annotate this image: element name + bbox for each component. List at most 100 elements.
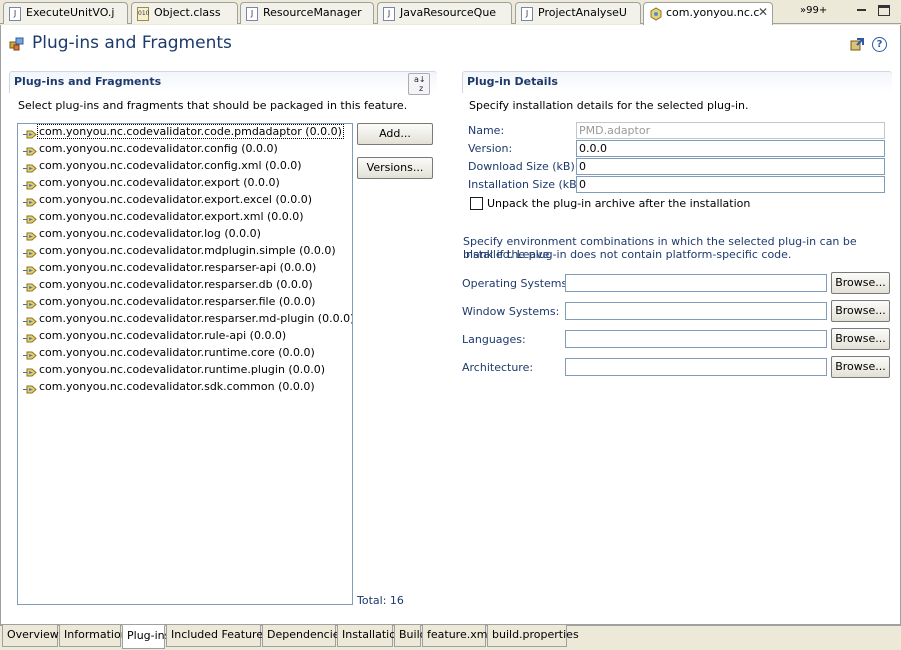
plugin-list[interactable]: com.yonyou.nc.codevalidator.code.pmdadap… (17, 123, 353, 605)
editor-tab-object-class[interactable]: 010 Object.class (131, 2, 238, 24)
name-field: PMD.adaptor (576, 122, 885, 139)
editor-tab-executeunitvo[interactable]: J ExecuteUnitVO.j (3, 2, 128, 24)
page-tab-plug-ins[interactable]: Plug-ins (122, 625, 170, 649)
page-tab-build-properties[interactable]: build.properties (487, 625, 579, 647)
operating-systems-label: Operating Systems: (462, 277, 571, 290)
sort-icon-z: z (419, 84, 424, 93)
list-item[interactable]: com.yonyou.nc.codevalidator.resparser-ap… (18, 260, 352, 277)
feature-plugin-icon (649, 7, 662, 21)
editor-tab-resourcemanager[interactable]: J ResourceManager (240, 2, 374, 24)
plugin-icon (23, 349, 37, 360)
list-item-label: com.yonyou.nc.codevalidator.export (0.0.… (39, 176, 280, 189)
window-systems-label: Window Systems: (462, 305, 560, 318)
list-item[interactable]: com.yonyou.nc.codevalidator.export.xml (… (18, 209, 352, 226)
list-item[interactable]: com.yonyou.nc.codevalidator.sdk.common (… (18, 379, 352, 396)
tab-overflow-indicator[interactable]: »99+ (800, 5, 827, 16)
list-item[interactable]: com.yonyou.nc.codevalidator.export.excel… (18, 192, 352, 209)
browse-os-button[interactable]: Browse... (831, 272, 890, 294)
list-item-label: com.yonyou.nc.codevalidator.config.xml (… (39, 159, 302, 172)
installation-size-field[interactable]: 0 (576, 176, 885, 193)
list-item[interactable]: com.yonyou.nc.codevalidator.log (0.0.0) (18, 226, 352, 243)
plugin-icon (23, 281, 37, 292)
browse-ws-button[interactable]: Browse... (831, 300, 890, 322)
list-item[interactable]: com.yonyou.nc.codevalidator.export (0.0.… (18, 175, 352, 192)
editor-tab-feature-active[interactable]: com.yonyou.nc.c ✕ (643, 2, 773, 25)
list-item-label: com.yonyou.nc.codevalidator.code.pmdadap… (37, 124, 344, 139)
list-item-label: com.yonyou.nc.codevalidator.runtime.core… (39, 346, 315, 359)
plugin-icon (23, 230, 37, 241)
browse-languages-button[interactable]: Browse... (831, 328, 890, 350)
list-item-label: com.yonyou.nc.codevalidator.mdplugin.sim… (39, 244, 336, 257)
plugin-icon (23, 128, 37, 139)
editor-tab-label: Object.class (154, 6, 221, 19)
languages-field[interactable] (565, 330, 827, 348)
list-item[interactable]: com.yonyou.nc.codevalidator.code.pmdadap… (18, 124, 352, 141)
editor-page-tabs: Overview Information Plug-ins Included Feat… (0, 625, 901, 650)
maximize-icon[interactable] (878, 5, 890, 16)
sort-icon-a: a (414, 75, 419, 84)
environment-description-line2: blank if the plug-in does not contain pl… (463, 248, 792, 261)
sort-alphabetically-icon[interactable]: a↓ z (408, 73, 430, 95)
plugins-section: Plug-ins and Fragments a↓ z Select plug-… (9, 71, 437, 611)
plugin-icon (23, 247, 37, 258)
list-item[interactable]: com.yonyou.nc.codevalidator.resparser.fi… (18, 294, 352, 311)
list-item[interactable]: com.yonyou.nc.codevalidator.mdplugin.sim… (18, 243, 352, 260)
plugin-details-header: Plug-in Details (462, 71, 892, 93)
plugins-icon (9, 36, 25, 52)
java-file-icon: J (9, 7, 21, 21)
list-item-label: com.yonyou.nc.codevalidator.resparser-ap… (39, 261, 317, 274)
page-tab-installation[interactable]: Installation (337, 625, 403, 647)
versions-button[interactable]: Versions... (357, 157, 433, 179)
list-item-label: com.yonyou.nc.codevalidator.resparser.db… (39, 278, 313, 291)
unpack-label[interactable]: Unpack the plug-in archive after the ins… (487, 197, 750, 210)
list-item[interactable]: com.yonyou.nc.codevalidator.resparser.db… (18, 277, 352, 294)
page-tab-build[interactable]: Build (394, 625, 427, 647)
languages-label: Languages: (462, 333, 526, 346)
minimize-icon[interactable] (855, 3, 869, 17)
installation-size-label: Installation Size (kB): (468, 178, 585, 191)
version-field[interactable]: 0.0.0 (576, 140, 885, 157)
editor-tab-strip: J ExecuteUnitVO.j 010 Object.class J Res… (0, 0, 901, 25)
plugin-details-section: Plug-in Details Specify installation det… (462, 71, 892, 611)
editor-tab-label: ProjectAnalyseU (538, 6, 627, 19)
plugin-icon (23, 366, 37, 377)
page-title: Plug-ins and Fragments (32, 33, 232, 53)
editor-tab-javaresourceque[interactable]: J JavaResourceQue (377, 2, 512, 24)
page-tab-dependencies[interactable]: Dependencies (262, 625, 345, 647)
download-size-field[interactable]: 0 (576, 158, 885, 175)
list-item[interactable]: com.yonyou.nc.codevalidator.resparser.md… (18, 311, 352, 328)
browse-architecture-button[interactable]: Browse... (831, 356, 890, 378)
list-item[interactable]: com.yonyou.nc.codevalidator.runtime.plug… (18, 362, 352, 379)
editor-tab-label: com.yonyou.nc.c (666, 6, 760, 19)
editor-tab-label: JavaResourceQue (400, 6, 497, 19)
architecture-field[interactable] (565, 358, 827, 376)
plugin-icon (23, 315, 37, 326)
list-item-label: com.yonyou.nc.codevalidator.resparser.fi… (39, 295, 316, 308)
page-tab-feature-xml[interactable]: feature.xml (422, 625, 491, 647)
editor-tab-projectanalyseu[interactable]: J ProjectAnalyseU (515, 2, 641, 24)
list-item[interactable]: com.yonyou.nc.codevalidator.config.xml (… (18, 158, 352, 175)
add-button[interactable]: Add... (357, 123, 433, 145)
version-label: Version: (468, 142, 513, 155)
list-item-label: com.yonyou.nc.codevalidator.resparser.md… (39, 312, 353, 325)
editor-tab-label: ResourceManager (263, 6, 362, 19)
unpack-checkbox[interactable] (470, 197, 483, 210)
list-item[interactable]: com.yonyou.nc.codevalidator.rule-api (0.… (18, 328, 352, 345)
page-tab-included-features[interactable]: Included Features (166, 625, 269, 647)
plugin-icon (23, 196, 37, 207)
list-item[interactable]: com.yonyou.nc.codevalidator.runtime.core… (18, 345, 352, 362)
export-deploy-icon[interactable] (849, 37, 865, 53)
close-icon[interactable]: ✕ (758, 5, 768, 19)
download-size-label: Download Size (kB): (468, 160, 579, 173)
window-systems-field[interactable] (565, 302, 827, 320)
section-description: Select plug-ins and fragments that shoul… (18, 99, 408, 112)
list-item[interactable]: com.yonyou.nc.codevalidator.config (0.0.… (18, 141, 352, 158)
plugin-icon (23, 264, 37, 275)
plugin-icon (23, 383, 37, 394)
help-icon[interactable]: ? (872, 37, 887, 52)
page-tab-overview[interactable]: Overview (2, 625, 59, 647)
feature-editor-form: Plug-ins and Fragments ? Plug-ins and Fr… (0, 25, 901, 625)
plugin-icon (23, 213, 37, 224)
operating-systems-field[interactable] (565, 274, 827, 292)
page-tab-information[interactable]: Information (59, 625, 128, 647)
